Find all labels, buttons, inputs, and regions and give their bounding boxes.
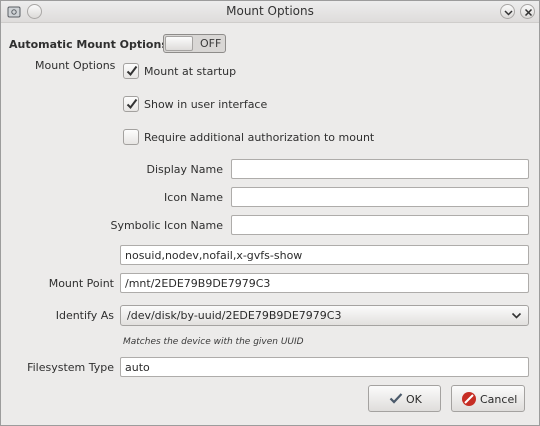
icon-name-field[interactable] bbox=[231, 187, 529, 207]
title-bar[interactable]: Mount Options bbox=[1, 1, 539, 23]
mount-point-field[interactable]: /mnt/2EDE79B9DE7979C3 bbox=[120, 273, 529, 293]
display-name-label: Display Name bbox=[146, 163, 224, 176]
checkmark-icon bbox=[389, 391, 403, 408]
toggle-knob[interactable] bbox=[165, 36, 193, 51]
filesystem-type-field[interactable]: auto bbox=[120, 357, 529, 377]
automatic-mount-toggle[interactable]: OFF bbox=[163, 34, 226, 53]
close-icon bbox=[524, 8, 533, 17]
require-authorization-label[interactable]: Require additional authorization to moun… bbox=[144, 131, 374, 144]
automatic-mount-options-label: Automatic Mount Options bbox=[9, 38, 168, 51]
toggle-state-text: OFF bbox=[200, 37, 222, 50]
mount-options-dialog: Mount Options Automatic Mount Options OF… bbox=[0, 0, 540, 426]
checkmark-icon bbox=[126, 98, 138, 110]
symbolic-icon-name-field[interactable] bbox=[231, 215, 529, 235]
mount-point-label: Mount Point bbox=[48, 277, 114, 290]
chevron-down-icon bbox=[504, 10, 513, 16]
require-authorization-checkbox[interactable] bbox=[123, 129, 139, 145]
close-button[interactable] bbox=[520, 4, 535, 19]
minimize-button[interactable] bbox=[500, 4, 515, 19]
cancel-icon bbox=[461, 391, 477, 410]
identify-as-hint: Matches the device with the given UUID bbox=[123, 337, 304, 347]
symbolic-icon-name-label: Symbolic Icon Name bbox=[110, 219, 223, 232]
show-in-ui-label[interactable]: Show in user interface bbox=[144, 98, 267, 111]
ok-button[interactable]: OK bbox=[368, 385, 441, 412]
filesystem-type-label: Filesystem Type bbox=[27, 361, 114, 374]
window-title: Mount Options bbox=[226, 4, 314, 18]
identify-as-value: /dev/disk/by-uuid/2EDE79B9DE7979C3 bbox=[127, 309, 342, 322]
ok-button-label: OK bbox=[406, 393, 422, 406]
identify-as-dropdown[interactable]: /dev/disk/by-uuid/2EDE79B9DE7979C3 bbox=[120, 305, 529, 326]
identify-as-label: Identify As bbox=[55, 309, 114, 322]
mount-at-startup-label[interactable]: Mount at startup bbox=[144, 65, 236, 78]
mount-options-label: Mount Options bbox=[35, 59, 116, 72]
cancel-button-label: Cancel bbox=[480, 393, 518, 406]
chevron-down-icon[interactable] bbox=[511, 310, 522, 324]
cancel-button[interactable]: Cancel bbox=[451, 385, 525, 412]
icon-name-label: Icon Name bbox=[164, 191, 223, 204]
mount-options-field[interactable]: nosuid,nodev,nofail,x-gvfs-show bbox=[120, 245, 529, 265]
checkmark-icon bbox=[126, 65, 138, 77]
mount-at-startup-checkbox[interactable] bbox=[123, 63, 139, 79]
display-name-field[interactable] bbox=[231, 159, 529, 179]
show-in-ui-checkbox[interactable] bbox=[123, 96, 139, 112]
